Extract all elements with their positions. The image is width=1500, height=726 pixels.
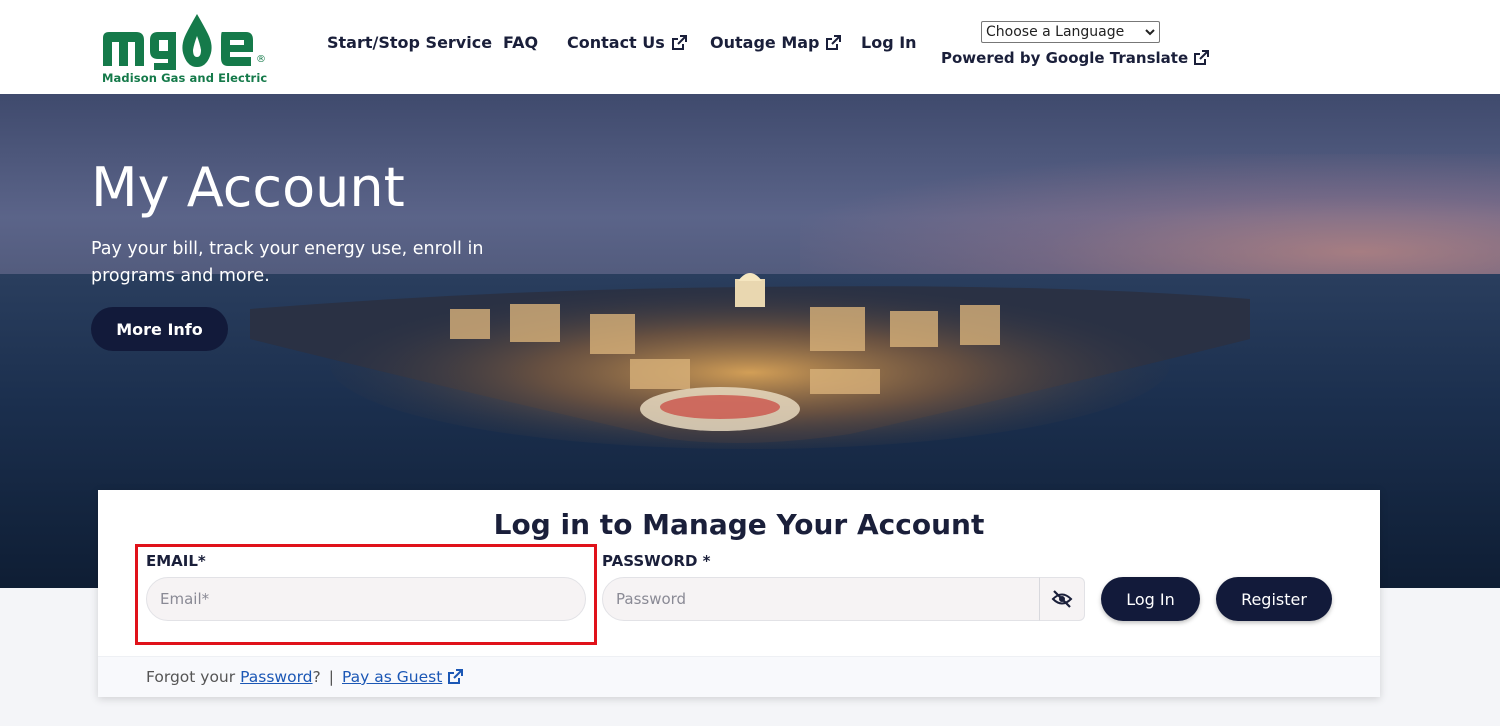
nav-faq[interactable]: FAQ	[503, 33, 538, 52]
login-footer-links: Forgot your Password ? | Pay as Guest	[146, 668, 464, 686]
city-skyline-image	[250, 273, 1250, 449]
logo-registered-mark: ®	[256, 54, 266, 65]
login-title: Log in to Manage Your Account	[493, 508, 985, 541]
nav-item-label: Log In	[861, 33, 917, 52]
forgot-suffix-text: ?	[312, 668, 321, 686]
nav-item-label: Contact Us	[567, 33, 665, 52]
nav-outage-map[interactable]: Outage Map	[710, 33, 842, 52]
mge-logo[interactable]: ® Madison Gas and Electric	[100, 8, 270, 88]
hero-title: My Account	[91, 156, 405, 219]
register-button[interactable]: Register	[1216, 577, 1332, 621]
more-info-button[interactable]: More Info	[91, 307, 228, 351]
login-button[interactable]: Log In	[1101, 577, 1200, 621]
footer-divider: |	[328, 668, 334, 686]
external-link-icon	[448, 669, 464, 684]
forgot-password-link[interactable]: Password	[240, 668, 312, 686]
external-link-icon	[671, 34, 687, 50]
pay-as-guest-link[interactable]: Pay as Guest	[342, 668, 442, 686]
eye-slash-icon	[1051, 590, 1073, 608]
toggle-password-visibility-button[interactable]	[1039, 577, 1085, 621]
nav-log-in[interactable]: Log In	[861, 33, 917, 52]
password-field[interactable]: Password	[602, 577, 1040, 621]
powered-by-label: Powered by Google Translate	[941, 49, 1189, 67]
language-select-value: Choose a Language	[986, 24, 1125, 40]
external-link-icon	[826, 34, 842, 50]
nav-item-label: FAQ	[503, 33, 539, 52]
external-link-icon	[1194, 50, 1210, 65]
nav-item-label: Outage Map	[710, 33, 820, 52]
google-translate-link[interactable]: Powered by Google Translate	[941, 49, 1210, 67]
nav-start-stop-service[interactable]: Start/Stop Service	[327, 33, 492, 52]
logo-mark-icon	[103, 14, 253, 70]
language-select[interactable]: Choose a Language	[981, 21, 1160, 43]
login-footer: Forgot your Password ? | Pay as Guest	[98, 656, 1380, 697]
password-placeholder: Password	[616, 590, 687, 608]
site-header: ® Madison Gas and Electric Start/Stop Se…	[0, 0, 1500, 94]
logo-subtitle: Madison Gas and Electric	[102, 71, 268, 85]
password-label: PASSWORD *	[602, 552, 711, 570]
email-field[interactable]: Email*	[146, 577, 586, 621]
nav-item-label: Start/Stop Service	[327, 33, 493, 52]
nav-contact-us[interactable]: Contact Us	[567, 33, 687, 52]
email-label: EMAIL*	[146, 552, 206, 570]
forgot-prefix-text: Forgot your	[146, 668, 236, 686]
logo-wordmark	[100, 8, 256, 70]
email-placeholder: Email*	[160, 590, 210, 608]
login-card: Log in to Manage Your Account EMAIL* Ema…	[98, 490, 1380, 697]
chevron-down-icon	[1145, 29, 1155, 36]
hero-description: Pay your bill, track your energy use, en…	[91, 239, 484, 286]
